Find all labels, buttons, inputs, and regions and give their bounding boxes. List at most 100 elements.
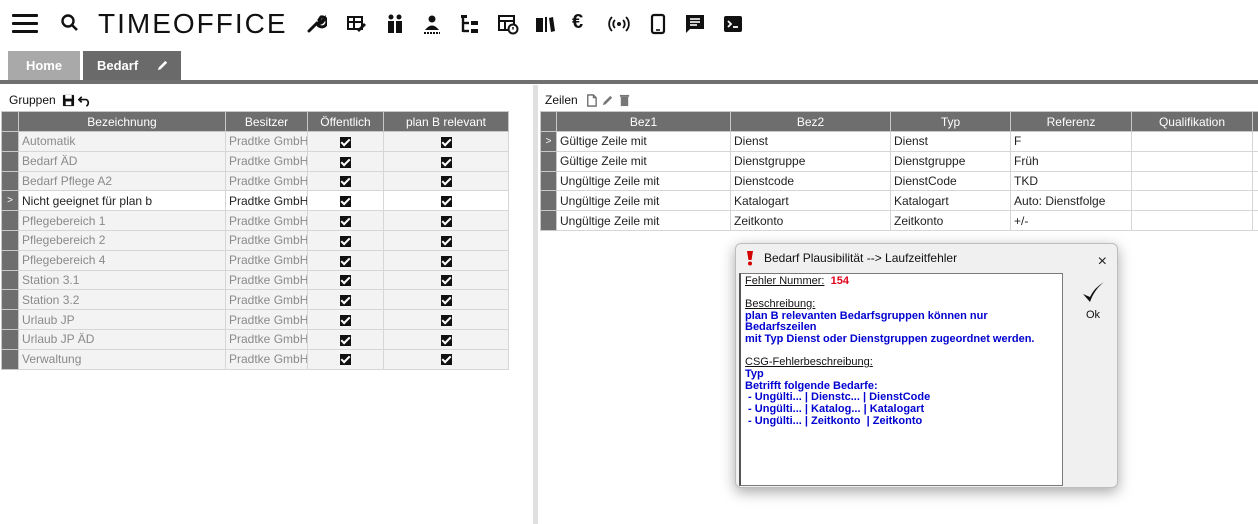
cell-oeffentlich[interactable] (307, 249, 384, 271)
column-header-plan-b-relevant[interactable]: plan B relevant (383, 111, 509, 132)
checkbox-checked[interactable] (340, 275, 351, 287)
column-header-bezeichnung[interactable]: Bezeichnung (18, 111, 226, 132)
checkbox-checked[interactable] (440, 314, 452, 326)
row-selector[interactable] (1, 150, 19, 172)
cell-besitzer[interactable]: Pradtke GmbH (225, 190, 308, 212)
cell-plan-b-relevant[interactable] (383, 190, 509, 212)
cell-besitzer[interactable]: Pradtke GmbH (225, 249, 308, 271)
cell-bezeichnung[interactable]: Automatik (18, 131, 226, 152)
cell-plan-b-relevant[interactable] (383, 229, 509, 251)
cell-bez1[interactable]: Gültige Zeile mit (556, 131, 731, 152)
pencil-icon[interactable] (156, 59, 169, 72)
cell-qualifikation[interactable] (1131, 131, 1253, 152)
cell-bez2[interactable]: Dienstcode (730, 170, 891, 192)
cell-bez2[interactable]: Zeitkonto (730, 210, 891, 231)
tree-icon[interactable] (459, 13, 481, 35)
cell-besitzer[interactable]: Pradtke GmbH (225, 328, 308, 350)
cell-besitzer[interactable]: Pradtke GmbH (225, 269, 308, 291)
person-icon[interactable] (421, 13, 443, 35)
people-icon[interactable] (384, 13, 406, 35)
cell-oeffentlich[interactable] (307, 269, 384, 291)
checkbox-checked[interactable] (340, 255, 351, 267)
cell-bez1[interactable]: Ungültige Zeile mit (556, 190, 731, 212)
checkbox-checked[interactable] (440, 354, 452, 366)
cell-besitzer[interactable]: Pradtke GmbH (225, 131, 308, 152)
checkbox-checked[interactable] (340, 334, 351, 346)
column-header-bez1[interactable]: Bez1 (556, 111, 731, 132)
cell-oeffentlich[interactable] (307, 131, 384, 152)
checkbox-checked[interactable] (340, 235, 351, 247)
table-row[interactable]: Pflegebereich 2 Pradtke GmbH (1, 229, 509, 251)
cell-besitzer[interactable]: Pradtke GmbH (225, 289, 308, 311)
table-row[interactable]: Urlaub JP Pradtke GmbH (1, 309, 509, 330)
undo-icon[interactable] (78, 94, 91, 108)
wrench-icon[interactable] (305, 13, 329, 35)
new-document-icon[interactable] (585, 94, 598, 108)
table-row[interactable]: Verwaltung Pradtke GmbH (1, 348, 509, 370)
calendar-icon[interactable] (497, 13, 519, 35)
cell-plan-b-relevant[interactable] (383, 348, 509, 370)
cell-besitzer[interactable]: Pradtke GmbH (225, 170, 308, 192)
checkbox-checked[interactable] (340, 314, 351, 326)
cell-oeffentlich[interactable] (307, 289, 384, 311)
cell-besitzer[interactable]: Pradtke GmbH (225, 150, 308, 172)
table-row[interactable]: > Gültige Zeile mit Dienst Dienst F (540, 131, 1258, 152)
ok-button[interactable]: Ok (1076, 280, 1110, 321)
cell-oeffentlich[interactable] (307, 150, 384, 172)
row-selector[interactable] (540, 170, 557, 192)
cell-qualifikation[interactable] (1131, 190, 1253, 212)
row-selector[interactable] (540, 150, 557, 172)
cell-typ[interactable]: DienstCode (890, 170, 1011, 192)
table-row[interactable]: Ungültige Zeile mit Zeitkonto Zeitkonto +/- (540, 210, 1258, 231)
row-selector[interactable] (1, 131, 19, 152)
cell-plan-b-relevant[interactable] (383, 328, 509, 350)
cell-bezeichnung[interactable]: Pflegebereich 4 (18, 249, 226, 271)
column-header-typ[interactable]: Typ (890, 111, 1011, 132)
cell-typ[interactable]: Zeitkonto (890, 210, 1011, 231)
dialog-titlebar[interactable]: Bedarf Plausibilität --> Laufzeitfehler … (736, 244, 1117, 272)
column-header-qualifikation[interactable]: Qualifikation (1131, 111, 1253, 132)
table-row[interactable]: Urlaub JP ÄD Pradtke GmbH (1, 328, 509, 350)
cell-bezeichnung[interactable]: Verwaltung (18, 348, 226, 370)
cell-oeffentlich[interactable] (307, 190, 384, 212)
checkbox-checked[interactable] (440, 176, 452, 188)
row-selector[interactable] (1, 170, 19, 192)
cell-besitzer[interactable]: Pradtke GmbH (225, 348, 308, 370)
menu-icon[interactable] (12, 14, 38, 34)
cell-oeffentlich[interactable] (307, 170, 384, 192)
row-selector[interactable]: > (1, 190, 19, 212)
table-row[interactable]: Station 3.1 Pradtke GmbH (1, 269, 509, 291)
cell-plan-b-relevant[interactable] (383, 170, 509, 192)
cell-typ[interactable]: Dienstgruppe (890, 150, 1011, 172)
cell-oeffentlich[interactable] (307, 328, 384, 350)
table-row[interactable]: Automatik Pradtke GmbH (1, 131, 509, 152)
close-button[interactable]: × (1098, 248, 1107, 276)
column-header-referenz[interactable]: Referenz (1010, 111, 1132, 132)
checkbox-checked[interactable] (340, 215, 351, 227)
row-selector[interactable] (1, 348, 19, 370)
row-selector[interactable] (1, 269, 19, 291)
cell-plan-b-relevant[interactable] (383, 150, 509, 172)
tab-home[interactable]: Home (8, 51, 80, 80)
checkbox-checked[interactable] (440, 136, 452, 148)
column-header-oeffentlich[interactable]: Öffentlich (307, 111, 384, 132)
cell-bezeichnung[interactable]: Urlaub JP ÄD (18, 328, 226, 350)
cell-referenz[interactable]: Früh (1010, 150, 1132, 172)
cell-bez2[interactable]: Dienst (730, 131, 891, 152)
row-selector[interactable] (1, 229, 19, 251)
checkbox-checked[interactable] (440, 275, 452, 287)
phone-icon[interactable] (647, 13, 669, 35)
cell-plan-b-relevant[interactable] (383, 289, 509, 311)
cell-referenz[interactable]: +/- (1010, 210, 1132, 231)
table-row[interactable]: > Nicht geeignet für plan b Pradtke GmbH (1, 190, 509, 212)
row-selector[interactable] (1, 210, 19, 231)
checkbox-checked[interactable] (440, 295, 452, 307)
checkbox-checked[interactable] (440, 235, 452, 247)
cell-bezeichnung[interactable]: Bedarf Pflege A2 (18, 170, 226, 192)
search-icon[interactable] (60, 13, 80, 36)
table-row[interactable]: Pflegebereich 1 Pradtke GmbH (1, 210, 509, 231)
edit-table-icon[interactable] (346, 13, 368, 35)
cell-plan-b-relevant[interactable] (383, 131, 509, 152)
table-row[interactable]: Gültige Zeile mit Dienstgruppe Dienstgrupp… (540, 150, 1258, 172)
checkbox-checked[interactable] (340, 354, 351, 366)
